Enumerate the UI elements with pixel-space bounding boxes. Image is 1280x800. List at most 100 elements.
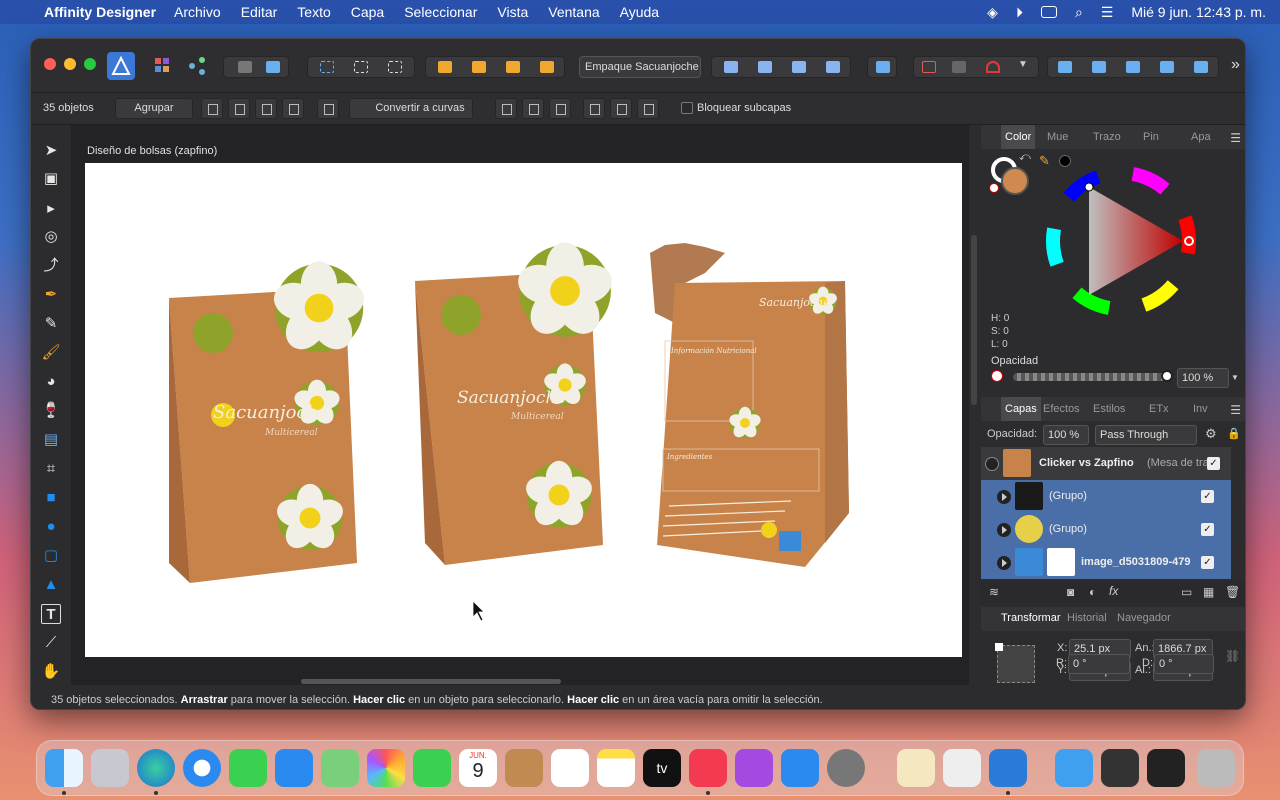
mask-icon[interactable]: ◙ [1067, 585, 1074, 599]
assistant-icon[interactable] [266, 61, 280, 73]
recent-item-icon-1[interactable] [1101, 749, 1139, 787]
swap-colors-icon[interactable]: ⤺ [1019, 151, 1031, 164]
add-icon[interactable] [1058, 61, 1072, 73]
opacity-value-field[interactable]: 100 % [1177, 368, 1229, 388]
adjustment-icon[interactable]: ◐ [1089, 585, 1096, 599]
zoom-window-button[interactable] [84, 58, 96, 70]
fill-color-swatch[interactable] [1001, 167, 1029, 195]
ellipse-tool-icon[interactable]: ● [41, 517, 61, 537]
control-center-icon[interactable]: ☰ [1101, 4, 1114, 21]
layer-visibility-checkbox[interactable]: ✓ [1201, 523, 1214, 536]
toolbar-overflow-icon[interactable]: » [1231, 56, 1240, 74]
tab-styles[interactable]: Estilos [1093, 403, 1125, 415]
menu-vista[interactable]: Vista [497, 4, 528, 20]
battery-icon[interactable] [1040, 6, 1057, 18]
launchpad-icon[interactable] [91, 749, 129, 787]
chevron-down-icon[interactable]: ▼ [1018, 59, 1028, 70]
tab-navigator[interactable]: Navegador [1117, 612, 1171, 624]
align-bottom-icon[interactable] [637, 98, 659, 119]
convert-to-curves-button[interactable]: Convertir a curvas [349, 98, 473, 119]
tab-effects[interactable]: Efectos [1043, 403, 1080, 415]
layer-row-artboard[interactable]: Clicker vs Zapfino (Mesa de tra ✓ [981, 447, 1231, 480]
link-aspect-icon[interactable]: ⛓ [1225, 649, 1240, 663]
select-icon-2[interactable] [354, 61, 368, 73]
script-editor-icon[interactable] [943, 749, 981, 787]
rotate-field[interactable]: 0 ° [1068, 654, 1130, 674]
align-left-icon[interactable] [495, 98, 517, 119]
select-icon-1[interactable] [320, 61, 334, 73]
music-icon[interactable] [689, 749, 727, 787]
network-icon[interactable]: ◈ [987, 4, 998, 21]
place-image-tool-icon[interactable]: ▤ [41, 430, 61, 450]
search-icon[interactable]: ⌕ [1075, 4, 1083, 21]
snap-magnet-icon[interactable] [986, 61, 1000, 73]
back-icon[interactable] [472, 61, 486, 73]
layer-row-group-1[interactable]: (Grupo) ✓ [981, 480, 1231, 513]
notes-icon[interactable] [597, 749, 635, 787]
subtract-icon[interactable] [1092, 61, 1106, 73]
xor-icon[interactable] [1160, 61, 1174, 73]
scale-icon[interactable] [255, 98, 277, 119]
menu-ventana[interactable]: Ventana [548, 4, 599, 20]
triangle-tool-icon[interactable]: ▲ [41, 575, 61, 595]
tab-stroke[interactable]: Trazo [1093, 131, 1121, 143]
back-one-icon[interactable] [438, 61, 452, 73]
shear-field[interactable]: 0 ° [1154, 654, 1214, 674]
bag-mockups[interactable]: Sacuanjoche Multicereal Sacuanjoche Mult… [85, 163, 962, 657]
layer-visibility-checkbox[interactable]: ✓ [1207, 457, 1220, 470]
artboard-tool-icon[interactable]: ▣ [41, 169, 61, 189]
flip-horizontal-icon[interactable] [724, 61, 738, 73]
opacity-dropdown-icon[interactable]: ▼ [1231, 373, 1239, 382]
color-picker-tool-icon[interactable]: ⟋ [41, 633, 61, 653]
layers-stack-icon[interactable]: ≋ [989, 585, 999, 599]
rounded-rect-tool-icon[interactable]: ▢ [41, 546, 61, 566]
lock-children-checkbox[interactable] [681, 102, 693, 114]
bag-back[interactable]: Sacuanjoche Información Nutricional Ingr… [650, 243, 849, 567]
no-color-icon[interactable] [989, 183, 999, 193]
mail-icon[interactable] [275, 749, 313, 787]
rotate-right-icon[interactable] [826, 61, 840, 73]
podcasts-icon[interactable] [735, 749, 773, 787]
tab-layers[interactable]: Capas [1001, 397, 1041, 421]
facetime-icon[interactable] [413, 749, 451, 787]
select-icon-3[interactable] [388, 61, 402, 73]
apple-tv-icon[interactable]: tv [643, 749, 681, 787]
downloads-folder-icon[interactable] [1055, 749, 1093, 787]
fill-tool-icon[interactable]: ◕ [41, 372, 61, 392]
show-origin-icon[interactable] [228, 98, 250, 119]
upload-icon[interactable] [238, 61, 252, 73]
front-icon[interactable] [540, 61, 554, 73]
node-tool-icon[interactable]: ▸ [41, 199, 61, 219]
menu-editar[interactable]: Editar [241, 4, 278, 20]
brush-tool-icon[interactable]: 🖌 [41, 343, 61, 363]
point-transform-tool-icon[interactable]: ⤴ [41, 256, 61, 276]
layer-row-group-2[interactable]: (Grupo) ✓ [981, 513, 1231, 546]
expand-arrow-icon[interactable] [997, 556, 1011, 570]
guides-icon[interactable] [952, 61, 966, 73]
textedit-icon[interactable] [897, 749, 935, 787]
hand-tool-icon[interactable]: ✋ [41, 662, 61, 682]
align-top-icon[interactable] [583, 98, 605, 119]
layer-visibility-checkbox[interactable]: ✓ [1201, 490, 1214, 503]
expand-arrow-icon[interactable] [997, 523, 1011, 537]
clock[interactable]: Mié 9 jun. 12:43 p. m. [1131, 4, 1266, 20]
tab-color[interactable]: Color [1001, 125, 1036, 149]
lock-icon[interactable]: 🔒 [1227, 427, 1241, 440]
align-right-icon[interactable] [549, 98, 571, 119]
intersect-icon[interactable] [1126, 61, 1140, 73]
canvas-area[interactable]: Diseño de bolsas (zapfino) Sacuanjoche M… [71, 125, 969, 685]
menu-texto[interactable]: Texto [297, 4, 330, 20]
play-icon[interactable]: ⏵ [1016, 4, 1023, 21]
blend-mode-select[interactable]: Pass Through [1095, 425, 1197, 445]
bounding-box-icon[interactable] [282, 98, 304, 119]
tab-brushes[interactable]: Pin [1143, 131, 1159, 143]
tab-stock[interactable]: Inv [1193, 403, 1208, 415]
rotate-icon[interactable] [317, 98, 339, 119]
transform-origin-icon[interactable] [201, 98, 223, 119]
align-center-icon[interactable] [522, 98, 544, 119]
minimize-window-button[interactable] [64, 58, 76, 70]
forward-icon[interactable] [506, 61, 520, 73]
artboard[interactable]: Sacuanjoche Multicereal Sacuanjoche Mult… [85, 163, 962, 657]
opacity-slider-knob[interactable] [1161, 370, 1173, 382]
system-preferences-icon[interactable] [827, 749, 865, 787]
